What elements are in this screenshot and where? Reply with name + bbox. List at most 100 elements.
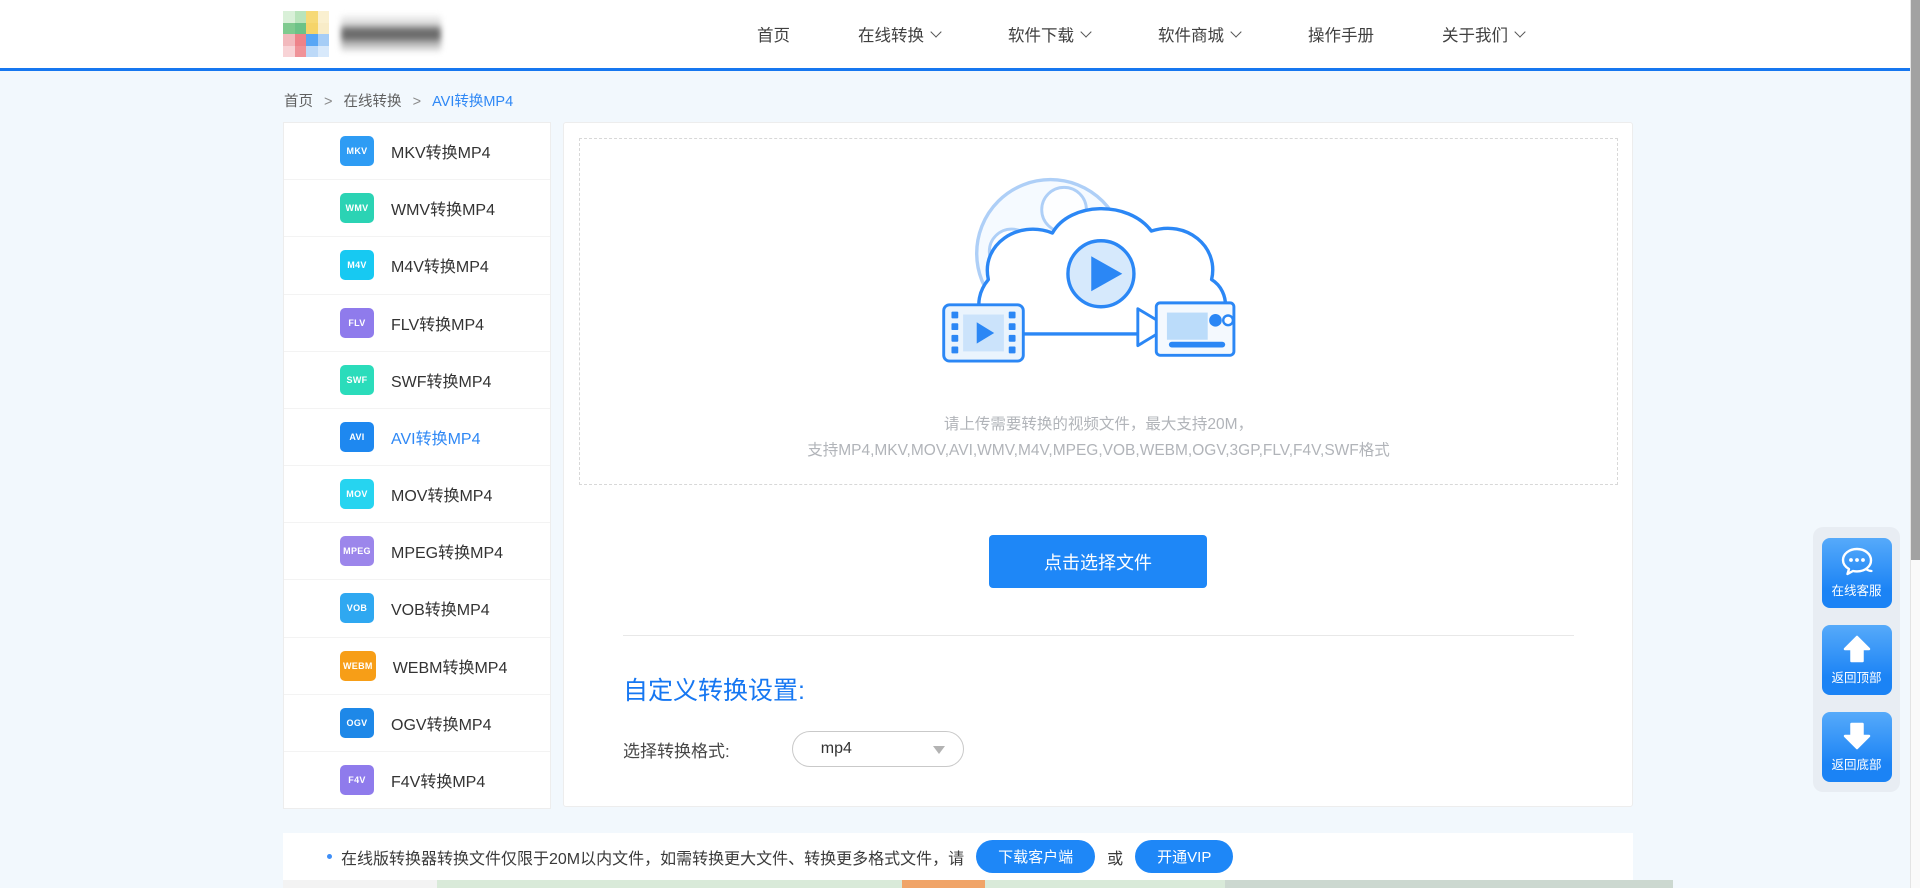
mpeg-badge-icon: MPEG: [340, 536, 374, 567]
chat-icon: [1841, 547, 1873, 576]
format-row: 选择转换格式: mp4: [623, 731, 964, 767]
select-file-button[interactable]: 点击选择文件: [989, 535, 1207, 588]
cloud-video-illustration-icon: [941, 177, 1235, 363]
sidebar-item-label: M4V转换MP4: [391, 259, 489, 277]
open-vip-button[interactable]: 开通VIP: [1135, 840, 1234, 873]
sidebar-item-label: VOB转换MP4: [391, 602, 490, 620]
nav-item-software-store[interactable]: 软件商城: [1158, 22, 1242, 46]
sidebar-item-label: WMV转换MP4: [391, 202, 496, 220]
footer-strip-segment: [283, 880, 437, 888]
nav-item-about[interactable]: 关于我们: [1442, 22, 1526, 46]
upload-hint-line1: 请上传需要转换的视频文件，最大支持20M，: [943, 416, 1254, 433]
logo-mosaic-cell: [294, 22, 306, 34]
sidebar-item-label: OGV转换MP4: [391, 716, 492, 734]
logo-mosaic-cell: [294, 34, 306, 46]
sidebar-item-m4v[interactable]: M4V M4V转换MP4: [284, 237, 550, 295]
breadcrumb-home[interactable]: 首页: [284, 94, 313, 110]
wmv-badge-icon: WMV: [340, 193, 374, 224]
arrow-up-icon: [1843, 635, 1870, 663]
notice-or-text: 或: [1107, 850, 1124, 868]
sidebar-item-mkv[interactable]: MKV MKV转换MP4: [284, 123, 550, 181]
nav-label: 软件商城: [1158, 27, 1224, 45]
nav-label: 关于我们: [1442, 27, 1508, 45]
chevron-down-icon: [1080, 25, 1092, 38]
upload-hint: 请上传需要转换的视频文件，最大支持20M， 支持MP4,MKV,MOV,AVI,…: [580, 412, 1617, 464]
chevron-down-icon: [1514, 25, 1526, 38]
back-to-top-button[interactable]: 返回顶部: [1821, 625, 1892, 695]
logo[interactable]: [283, 11, 441, 57]
swf-badge-icon: SWF: [340, 364, 374, 395]
sidebar-item-label: WEBM转换MP4: [392, 659, 508, 677]
sidebar-item-flv[interactable]: FLV FLV转换MP4: [284, 294, 550, 352]
mov-badge-icon: MOV: [340, 479, 374, 510]
breadcrumb-online-convert[interactable]: 在线转换: [344, 94, 402, 110]
scrollbar-track: [1910, 0, 1920, 888]
online-service-button[interactable]: 在线客服: [1821, 538, 1892, 608]
sidebar-item-label: MOV转换MP4: [391, 488, 493, 506]
logo-mosaic-cell: [283, 11, 295, 23]
upload-dropzone[interactable]: 请上传需要转换的视频文件，最大支持20M， 支持MP4,MKV,MOV,AVI,…: [579, 138, 1618, 485]
format-select[interactable]: mp4: [791, 731, 964, 767]
notice-text: 在线版转换器转换文件仅限于20M以内文件，如需转换更大文件、转换更多格式文件，请: [341, 850, 965, 868]
nav-item-manual[interactable]: 操作手册: [1308, 22, 1374, 46]
ogv-badge-icon: OGV: [340, 707, 374, 738]
sidebar-item-mpeg[interactable]: MPEG MPEG转换MP4: [284, 523, 550, 581]
logo-mosaic-cell: [317, 22, 329, 34]
bullet-icon: [327, 854, 332, 859]
breadcrumb-separator: >: [412, 94, 422, 110]
logo-mosaic-cell: [317, 45, 329, 57]
scrollbar-thumb[interactable]: [1911, 0, 1920, 560]
sidebar-item-label: MKV转换MP4: [391, 145, 491, 163]
webm-badge-icon: WEBM: [340, 650, 376, 681]
nav-label: 首页: [757, 27, 790, 45]
sidebar-item-label: AVI转换MP4: [391, 430, 481, 448]
floating-panel: 在线客服 返回顶部 返回底部: [1813, 527, 1900, 792]
mkv-badge-icon: MKV: [340, 136, 374, 167]
flv-badge-icon: FLV: [340, 307, 374, 338]
nav-item-online-convert[interactable]: 在线转换: [858, 22, 942, 46]
sidebar-item-avi-active[interactable]: AVI AVI转换MP4: [284, 408, 550, 467]
sidebar-item-swf[interactable]: SWF SWF转换MP4: [284, 351, 550, 409]
vob-badge-icon: VOB: [340, 593, 374, 624]
logo-mosaic-cell: [294, 45, 306, 57]
sidebar-item-webm[interactable]: WEBM WEBM转换MP4: [284, 637, 550, 695]
logo-mosaic-cell: [317, 11, 329, 23]
sidebar-item-mov[interactable]: MOV MOV转换MP4: [284, 466, 550, 524]
sidebar-item-wmv[interactable]: WMV WMV转换MP4: [284, 180, 550, 238]
footer-edge-strip: [283, 880, 1673, 888]
footer-strip-segment: [1225, 880, 1673, 888]
converter-card: 请上传需要转换的视频文件，最大支持20M， 支持MP4,MKV,MOV,AVI,…: [563, 122, 1633, 807]
nav-label: 操作手册: [1308, 27, 1374, 45]
breadcrumb-separator: >: [324, 94, 333, 110]
sidebar-item-label: FLV转换MP4: [391, 316, 485, 334]
logo-mosaic-cell: [283, 45, 295, 57]
nav-item-home[interactable]: 首页: [757, 22, 790, 46]
logo-mosaic-cell: [306, 22, 318, 34]
logo-mosaic-cell: [283, 34, 295, 46]
back-to-bottom-button[interactable]: 返回底部: [1821, 712, 1892, 782]
float-button-label: 返回底部: [1831, 758, 1882, 772]
download-client-button[interactable]: 下载客户端: [976, 840, 1096, 873]
sidebar-item-label: F4V转换MP4: [391, 773, 486, 791]
settings-title: 自定义转换设置:: [623, 677, 805, 705]
float-button-label: 在线客服: [1831, 584, 1882, 598]
sidebar-item-vob[interactable]: VOB VOB转换MP4: [284, 580, 550, 638]
sidebar-item-ogv[interactable]: OGV OGV转换MP4: [284, 694, 550, 752]
f4v-badge-icon: F4V: [340, 764, 374, 795]
settings-divider: [623, 635, 1574, 636]
format-select-label: 选择转换格式:: [623, 741, 730, 761]
sidebar-item-f4v[interactable]: F4V F4V转换MP4: [284, 751, 550, 809]
caret-down-icon: [932, 746, 945, 754]
m4v-badge-icon: M4V: [340, 250, 374, 281]
nav-item-software-download[interactable]: 软件下载: [1008, 22, 1092, 46]
logo-mosaic-cell: [283, 22, 295, 34]
format-sidebar: MKV MKV转换MP4 WMV WMV转换MP4 M4V M4V转换MP4 FLV F…: [283, 122, 551, 809]
logo-mosaic-cell: [306, 45, 318, 57]
logo-mosaic-cell: [317, 34, 329, 46]
avi-badge-icon: AVI: [340, 421, 374, 452]
logo-mosaic-cell: [306, 34, 318, 46]
chevron-down-icon: [1230, 25, 1242, 38]
footer-strip-segment: [437, 880, 902, 888]
logo-mosaic-cell: [306, 11, 318, 23]
header: 首页 在线转换 软件下载 软件商城 操作手册 关于我们: [0, 0, 1920, 71]
